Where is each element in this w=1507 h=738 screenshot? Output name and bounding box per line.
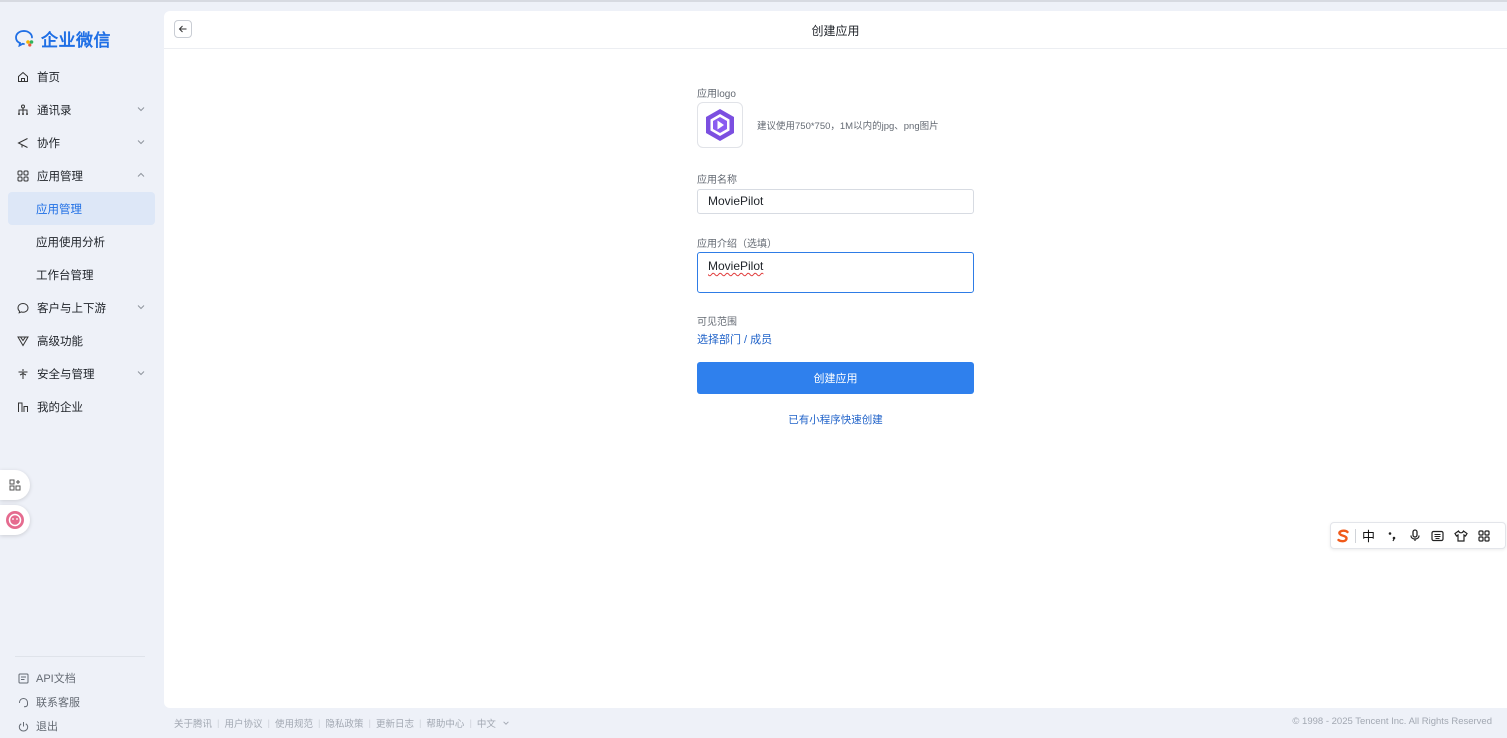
brand-logo[interactable]: 企业微信 [15, 26, 111, 50]
footer-link-about[interactable]: 关于腾讯 [174, 716, 212, 730]
sidebar-item-collab[interactable]: 协作 [8, 126, 155, 159]
footer-link-user-agreement[interactable]: 用户协议 [224, 716, 262, 730]
api-doc-label: API文档 [36, 673, 76, 685]
ime-separator [1355, 528, 1356, 543]
sidebar-item-label: 工作台管理 [36, 269, 94, 282]
security-icon [17, 368, 29, 380]
sidebar-subitem-app-management[interactable]: 应用管理 [8, 192, 155, 225]
app-intro-text: MoviePilot [708, 259, 764, 273]
main-panel: 创建应用 应用logo 建议使用750*750，1M以内的jpg、png图片 应… [164, 11, 1507, 708]
copyright-text: © 1998 - 2025 Tencent Inc. All Rights Re… [1292, 716, 1492, 727]
assistant-avatar-icon [6, 511, 24, 529]
sidebar-item-contacts[interactable]: 通讯录 [8, 93, 155, 126]
sidebar-nav: 首页 通讯录 协作 应用管理 应用管理 应用使用分析 工作台管理 客户与上下游 … [8, 60, 155, 423]
logo-label: 应用logo [697, 89, 736, 100]
sidebar-item-home[interactable]: 首页 [8, 60, 155, 93]
logo-hint: 建议使用750*750，1M以内的jpg、png图片 [757, 121, 939, 132]
chevron-down-icon [137, 305, 145, 310]
toolbox-grid-icon[interactable] [1472, 522, 1495, 549]
sidebar-item-label: 我的企业 [37, 401, 83, 414]
chevron-down-icon [137, 371, 145, 376]
footer-separator: | [217, 717, 220, 729]
footer-language-label: 中文 [476, 719, 496, 730]
app-logo-uploader[interactable] [697, 102, 743, 148]
support-icon [17, 696, 29, 708]
sidebar-divider [15, 656, 145, 657]
chevron-down-icon [502, 721, 509, 725]
punctuation-icon[interactable] [1380, 522, 1403, 549]
sidebar-subitem-app-usage-analysis[interactable]: 应用使用分析 [8, 225, 155, 258]
page-title: 创建应用 [811, 24, 860, 38]
chat-icon [17, 302, 29, 314]
sidebar-item-label: 客户与上下游 [37, 302, 106, 315]
logout-label: 退出 [36, 721, 58, 733]
logout-link[interactable]: 退出 [17, 714, 80, 738]
contacts-icon [17, 104, 29, 116]
ime-toolbar: 中 [1330, 522, 1506, 549]
footer-separator: | [267, 717, 270, 729]
sidebar-item-label: 应用管理 [37, 170, 83, 183]
app-grid-add-icon [9, 479, 21, 491]
apps-icon [17, 170, 29, 182]
api-doc-icon [17, 672, 29, 684]
footer-language-select[interactable]: 中文 [477, 716, 510, 730]
sidebar-item-label: 通讯录 [37, 104, 72, 117]
sidebar-bottom-links: API文档 联系客服 退出 [17, 666, 80, 738]
advanced-icon [17, 335, 29, 347]
support-link[interactable]: 联系客服 [17, 690, 80, 714]
footer-link-usage-rules[interactable]: 使用规范 [275, 716, 313, 730]
skin-shirt-icon[interactable] [1449, 522, 1472, 549]
app-intro-textarea[interactable]: MoviePilot [697, 252, 974, 293]
miniprogram-create-link[interactable]: 已有小程序快速创建 [697, 412, 974, 427]
microphone-icon[interactable] [1403, 522, 1426, 549]
sidebar-item-customers[interactable]: 客户与上下游 [8, 291, 155, 324]
footer-separator: | [469, 717, 472, 729]
footer-link-changelog[interactable]: 更新日志 [376, 716, 414, 730]
visible-scope-label: 可见范围 [697, 317, 737, 328]
page-header: 创建应用 [164, 11, 1507, 49]
logo-row: 建议使用750*750，1M以内的jpg、png图片 [697, 102, 939, 148]
sidebar-item-label: 应用管理 [36, 203, 82, 216]
add-app-float-button[interactable] [0, 470, 30, 500]
sidebar-item-security[interactable]: 安全与管理 [8, 357, 155, 390]
select-members-link[interactable]: 选择部门 / 成员 [697, 331, 772, 347]
sidebar-item-label: 应用使用分析 [36, 236, 105, 249]
company-icon [17, 401, 29, 413]
api-doc-link[interactable]: API文档 [17, 666, 80, 690]
keyboard-icon[interactable] [1426, 522, 1449, 549]
support-label: 联系客服 [36, 697, 80, 709]
create-app-button[interactable]: 创建应用 [697, 362, 974, 394]
footer-separator: | [368, 717, 371, 729]
app-intro-label: 应用介绍（选填） [697, 239, 777, 250]
footer-separator: | [317, 717, 321, 729]
sogou-logo-icon[interactable] [1331, 522, 1354, 549]
sidebar: 企业微信 首页 通讯录 协作 应用管理 应用管理 应用使用分析 工作台管理 客户… [0, 2, 164, 737]
app-name-label: 应用名称 [697, 175, 737, 186]
app-logo-image [706, 109, 734, 141]
footer-link-privacy[interactable]: 隐私政策 [325, 716, 363, 730]
ime-language-toggle[interactable]: 中 [1357, 522, 1380, 549]
footer-links: 关于腾讯 | 用户协议 | 使用规范 | 隐私政策 | 更新日志 | 帮助中心 | 中文 [174, 716, 510, 730]
sidebar-item-label: 协作 [37, 137, 60, 150]
window-top-border [0, 0, 1507, 2]
sidebar-item-label: 安全与管理 [37, 368, 95, 381]
chevron-down-icon [137, 107, 145, 112]
chevron-up-icon [137, 172, 145, 177]
wecom-logo-icon [15, 30, 34, 47]
home-icon [17, 71, 29, 83]
sidebar-item-my-company[interactable]: 我的企业 [8, 390, 155, 423]
sidebar-item-advanced[interactable]: 高级功能 [8, 324, 155, 357]
collab-icon [17, 137, 29, 149]
sidebar-item-app-management[interactable]: 应用管理 [8, 159, 155, 192]
chevron-down-icon [137, 140, 145, 145]
logout-icon [17, 720, 29, 732]
app-name-input[interactable]: MoviePilot [697, 189, 974, 214]
sidebar-item-label: 首页 [37, 71, 60, 84]
sidebar-subitem-workbench-management[interactable]: 工作台管理 [8, 258, 155, 291]
brand-name: 企业微信 [41, 30, 111, 50]
footer-separator: | [418, 717, 422, 729]
assistant-float-button[interactable] [0, 505, 30, 535]
footer-link-help[interactable]: 帮助中心 [426, 716, 464, 730]
sidebar-item-label: 高级功能 [37, 335, 83, 348]
